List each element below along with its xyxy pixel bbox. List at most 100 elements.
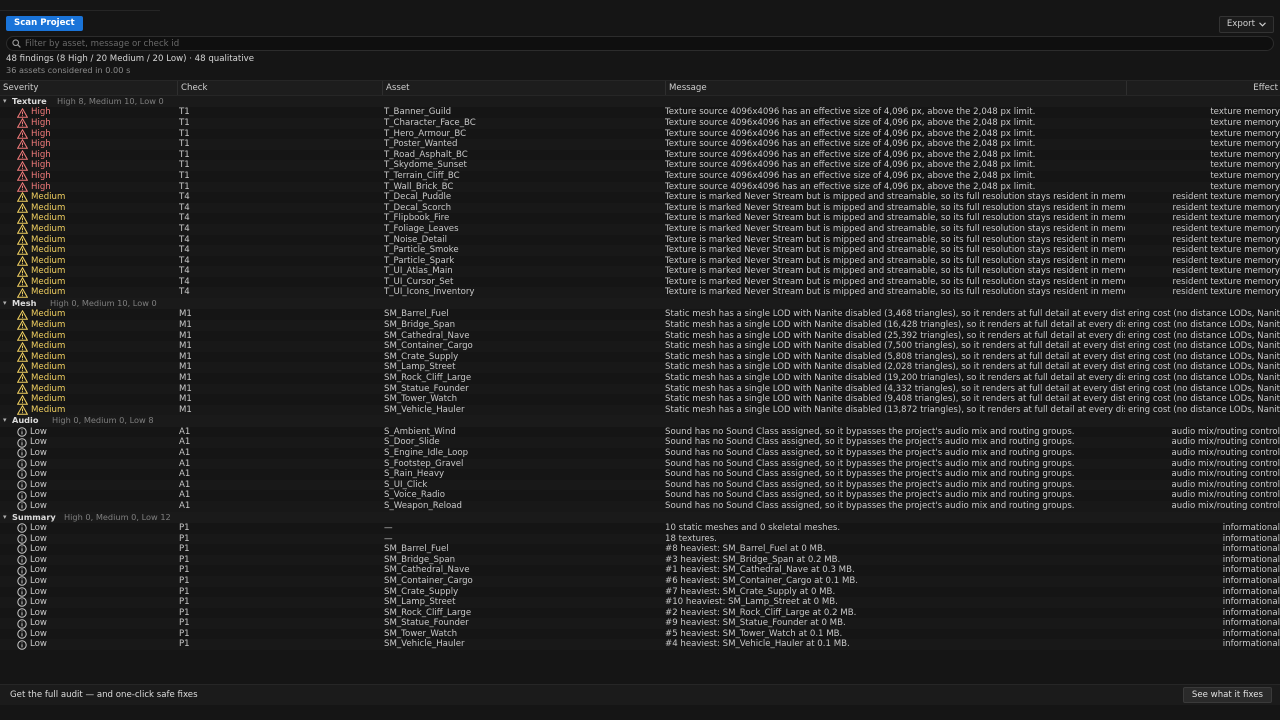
table-row[interactable]: Low P1 SM_Vehicle_Hauler #4 heaviest: SM_Ve…	[0, 639, 1280, 651]
group-header-audio[interactable]: ▾ Audio High 0, Medium 0, Low 8	[0, 415, 1280, 427]
column-header-asset[interactable]: Asset	[386, 81, 410, 95]
search-input[interactable]: Filter by asset, message or check id	[6, 36, 1274, 51]
table-row[interactable]: Low A1 S_Engine_Idle_Loop Sound has no Soun…	[0, 448, 1280, 459]
table-row[interactable]: High T1 T_Wall_Brick_BC Texture source 4096…	[0, 181, 1280, 193]
severity-cell: Low	[17, 597, 177, 608]
column-divider[interactable]	[1126, 81, 1127, 95]
caret-down-icon[interactable]: ▾	[3, 96, 7, 107]
table-row[interactable]: High T1 T_Terrain_Cliff_BC Texture source 4…	[0, 171, 1280, 182]
check-id: P1	[179, 597, 190, 608]
group-header-texture[interactable]: ▾ Texture High 8, Medium 10, Low 0	[0, 96, 1280, 108]
table-row[interactable]: Low A1 S_Weapon_Reload Sound has no Sound C…	[0, 500, 1280, 512]
table-row[interactable]: High T1 T_Character_Face_BC Texture source …	[0, 117, 1280, 129]
table-row[interactable]: High T1 T_Road_Asphalt_BC Texture source 40…	[0, 150, 1280, 161]
severity-cell: Low	[17, 544, 177, 555]
effect-text: ering cost (no distance LODs, Nanite off…	[1128, 394, 1280, 405]
effect-text: ering cost (no distance LODs, Nanite off…	[1128, 383, 1280, 394]
info-circle-icon	[17, 555, 27, 565]
table-row[interactable]: Medium M1 SM_Tower_Watch Static mesh has a …	[0, 394, 1280, 405]
severity-label: Medium	[31, 255, 66, 266]
severity-label: Medium	[31, 192, 66, 203]
table-row[interactable]: Low P1 SM_Crate_Supply #7 heaviest: SM_Crat…	[0, 587, 1280, 598]
table-row[interactable]: Low P1 SM_Statue_Founder #9 heaviest: SM_St…	[0, 618, 1280, 629]
table-row[interactable]: Low P1 SM_Container_Cargo #6 heaviest: SM_C…	[0, 575, 1280, 587]
table-row[interactable]: Medium T4 T_UI_Icons_Inventory Texture is m…	[0, 287, 1280, 299]
asset-name: T_Poster_Wanted	[384, 139, 458, 150]
asset-name: S_Voice_Radio	[384, 490, 446, 501]
table-row[interactable]: Medium M1 SM_Crate_Supply Static mesh has a…	[0, 352, 1280, 363]
column-header-severity[interactable]: Severity	[3, 81, 39, 95]
asset-name: T_Noise_Detail	[384, 234, 447, 245]
table-row[interactable]: Medium T4 T_Decal_Scorch Texture is marked …	[0, 202, 1280, 214]
scan-project-button[interactable]: Scan Project	[6, 16, 83, 31]
severity-cell: Low	[17, 629, 177, 640]
table-row[interactable]: Medium T4 T_Noise_Detail Texture is marked …	[0, 235, 1280, 246]
column-divider[interactable]	[177, 81, 178, 95]
column-header-message[interactable]: Message	[669, 81, 707, 95]
table-row[interactable]: Low P1 SM_Tower_Watch #5 heaviest: SM_Tower…	[0, 629, 1280, 640]
table-row[interactable]: Medium M1 SM_Statue_Founder Static mesh has…	[0, 383, 1280, 395]
table-row[interactable]: Low A1 S_Footstep_Gravel Sound has no Sound…	[0, 458, 1280, 470]
see-what-it-fixes-button[interactable]: See what it fixes	[1182, 687, 1272, 703]
table-row[interactable]: Medium M1 SM_Cathedral_Nave Static mesh has…	[0, 331, 1280, 342]
info-circle-icon	[17, 544, 27, 555]
check-id: T4	[179, 202, 190, 213]
message-text: Sound has no Sound Class assigned, so it…	[665, 490, 1075, 501]
caret-down-icon[interactable]: ▾	[3, 298, 7, 309]
check-id: A1	[179, 437, 191, 448]
caret-down-icon[interactable]: ▾	[3, 512, 7, 523]
table-row[interactable]: Medium M1 SM_Rock_Cliff_Large Static mesh h…	[0, 373, 1280, 384]
table-row[interactable]: Low A1 S_Ambient_Wind Sound has no Sound Cl…	[0, 427, 1280, 438]
table-row[interactable]: Low P1 — 18 textures. informational	[0, 533, 1280, 545]
table-row[interactable]: Low P1 SM_Barrel_Fuel #8 heaviest: SM_Barre…	[0, 544, 1280, 555]
table-row[interactable]: High T1 T_Poster_Wanted Texture source 4096…	[0, 139, 1280, 150]
table-row[interactable]: Medium M1 SM_Vehicle_Hauler Static mesh has…	[0, 404, 1280, 416]
severity-cell: Low	[17, 639, 177, 650]
effect-text: informational	[1222, 533, 1280, 544]
severity-label: High	[31, 117, 51, 128]
severity-cell: Low	[17, 469, 177, 480]
table-row[interactable]: Low P1 SM_Lamp_Street #10 heaviest: SM_Lamp…	[0, 597, 1280, 608]
table-row[interactable]: Medium T4 T_UI_Cursor_Set Texture is marked…	[0, 277, 1280, 288]
table-row[interactable]: Low A1 S_Rain_Heavy Sound has no Sound Clas…	[0, 469, 1280, 480]
table-row[interactable]: Medium M1 SM_Lamp_Street Static mesh has a …	[0, 362, 1280, 374]
table-row[interactable]: Low P1 SM_Rock_Cliff_Large #2 heaviest: SM_…	[0, 608, 1280, 619]
severity-label: High	[31, 181, 51, 192]
check-id: A1	[179, 447, 191, 458]
group-header-summary[interactable]: ▾ Summary High 0, Medium 0, Low 12	[0, 511, 1280, 523]
table-row[interactable]: Medium T4 T_Decal_Puddle Texture is marked …	[0, 192, 1280, 203]
table-row[interactable]: Low P1 — 10 static meshes and 0 skeletal me…	[0, 523, 1280, 534]
group-header-mesh[interactable]: ▾ Mesh High 0, Medium 10, Low 0	[0, 298, 1280, 310]
table-row[interactable]: Medium T4 T_UI_Atlas_Main Texture is marked…	[0, 266, 1280, 277]
export-button[interactable]: Export	[1218, 16, 1274, 33]
asset-name: T_Decal_Puddle	[384, 192, 452, 203]
table-row[interactable]: Low A1 S_Door_Slide Sound has no Sound Clas…	[0, 437, 1280, 448]
asset-name: T_UI_Cursor_Set	[384, 276, 454, 287]
column-header-check[interactable]: Check	[181, 81, 207, 95]
column-divider[interactable]	[665, 81, 666, 95]
table-row[interactable]: High T1 T_Hero_Armour_BC Texture source 409…	[0, 129, 1280, 140]
table-row[interactable]: Low A1 S_Voice_Radio Sound has no Sound Cla…	[0, 490, 1280, 501]
severity-cell: Medium	[17, 331, 177, 342]
table-row[interactable]: Low A1 S_UI_Click Sound has no Sound Class …	[0, 479, 1280, 491]
table-row[interactable]: Medium T4 T_Particle_Spark Texture is marke…	[0, 256, 1280, 267]
message-text: #4 heaviest: SM_Vehicle_Hauler at 0.1 MB…	[665, 639, 850, 650]
table-row[interactable]: High T1 T_Skydome_Sunset Texture source 409…	[0, 160, 1280, 171]
table-row[interactable]: Medium M1 SM_Barrel_Fuel Static mesh has a …	[0, 309, 1280, 320]
table-row[interactable]: Low P1 SM_Cathedral_Nave #1 heaviest: SM_Ca…	[0, 565, 1280, 576]
table-row[interactable]: Medium T4 T_Particle_Smoke Texture is marke…	[0, 245, 1280, 256]
severity-cell: Medium	[17, 384, 177, 395]
table-row[interactable]: High T1 T_Banner_Guild Texture source 4096x…	[0, 107, 1280, 118]
column-header-effect[interactable]: Effect	[1253, 81, 1278, 95]
warning-triangle-icon	[17, 383, 28, 394]
caret-down-icon[interactable]: ▾	[3, 415, 7, 426]
table-row[interactable]: Medium T4 T_Foliage_Leaves Texture is marke…	[0, 223, 1280, 235]
table-row[interactable]: Medium T4 T_Flipbook_Fire Texture is marked…	[0, 213, 1280, 224]
table-row[interactable]: Low P1 SM_Bridge_Span #3 heaviest: SM_Bridg…	[0, 554, 1280, 566]
info-circle-icon	[17, 490, 27, 501]
table-row[interactable]: Medium M1 SM_Bridge_Span Static mesh has a …	[0, 320, 1280, 331]
column-divider[interactable]	[382, 81, 383, 95]
message-text: Texture source 4096x4096 has an effectiv…	[665, 170, 1036, 181]
severity-label: Low	[30, 458, 47, 469]
table-row[interactable]: Medium M1 SM_Container_Cargo Static mesh ha…	[0, 341, 1280, 352]
